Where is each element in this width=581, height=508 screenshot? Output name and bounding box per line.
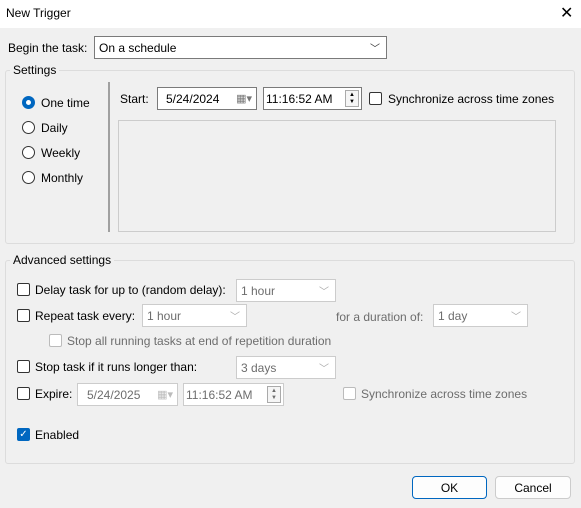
stop-longer-select[interactable]: 3 days ﹀ — [236, 356, 336, 379]
stop-longer-value: 3 days — [241, 360, 277, 375]
chevron-down-icon: ﹀ — [370, 44, 380, 55]
expire-time-input[interactable]: 11:16:52 AM ▲ ▼ — [183, 383, 284, 406]
title-bar: New Trigger ✕ — [0, 0, 581, 28]
time-spinner[interactable]: ▲ ▼ — [345, 90, 359, 107]
radio-label: Daily — [41, 121, 68, 135]
recurrence-panel — [118, 120, 556, 232]
cancel-button[interactable]: Cancel — [495, 476, 571, 499]
duration-select[interactable]: 1 day ﹀ — [433, 304, 528, 327]
divider — [108, 82, 110, 232]
begin-value: On a schedule — [99, 40, 177, 55]
sync-label: Synchronize across time zones — [388, 92, 555, 106]
advanced-label: Advanced settings — [10, 253, 115, 267]
start-time: 11:16:52 AM — [266, 91, 333, 106]
expire-date-picker[interactable]: 5/24/2025 ▦▾ — [77, 383, 178, 406]
delay-checkbox[interactable] — [17, 283, 30, 296]
calendar-icon[interactable]: ▦▾ — [157, 388, 173, 401]
radio-icon — [22, 121, 35, 134]
settings-label: Settings — [10, 63, 60, 77]
radio-icon — [22, 146, 35, 159]
stop-all-label: Stop all running tasks at end of repetit… — [67, 334, 332, 348]
expire-checkbox[interactable] — [17, 387, 30, 400]
stop-longer-checkbox[interactable] — [17, 360, 30, 373]
enabled-checkbox[interactable]: ✓ — [17, 428, 30, 441]
radio-label: Weekly — [41, 146, 81, 160]
delay-value: 1 hour — [241, 283, 276, 298]
expire-sync-checkbox[interactable] — [343, 387, 356, 400]
repeat-label: Repeat task every: — [35, 309, 136, 323]
chevron-down-icon: ﹀ — [319, 287, 329, 298]
window-title: New Trigger — [6, 6, 71, 20]
radio-icon — [22, 171, 35, 184]
expire-label: Expire: — [35, 387, 73, 401]
chevron-down-icon: ﹀ — [511, 312, 521, 323]
enabled-label: Enabled — [35, 428, 80, 442]
begin-label: Begin the task: — [8, 41, 88, 55]
close-icon[interactable]: ✕ — [560, 3, 573, 23]
sync-checkbox[interactable] — [369, 92, 382, 105]
repeat-checkbox[interactable] — [17, 309, 30, 322]
chevron-down-icon: ﹀ — [319, 364, 329, 375]
start-date-picker[interactable]: 5/24/2024 ▦▾ — [157, 87, 257, 110]
duration-value: 1 day — [438, 308, 468, 323]
radio-label: Monthly — [41, 171, 84, 185]
stop-all-checkbox[interactable] — [49, 334, 62, 347]
start-time-input[interactable]: 11:16:52 AM ▲ ▼ — [263, 87, 362, 110]
repeat-value: 1 hour — [147, 308, 182, 323]
delay-select[interactable]: 1 hour ﹀ — [236, 279, 336, 302]
time-spinner[interactable]: ▲ ▼ — [267, 386, 281, 403]
expire-sync-label: Synchronize across time zones — [361, 387, 528, 401]
radio-label: One time — [41, 96, 90, 110]
ok-button[interactable]: OK — [412, 476, 487, 499]
expire-time: 11:16:52 AM — [186, 387, 253, 402]
begin-select[interactable]: On a schedule ﹀ — [94, 36, 387, 59]
chevron-down-icon: ﹀ — [230, 312, 240, 323]
start-date: 5/24/2024 — [166, 91, 220, 106]
expire-date: 5/24/2025 — [87, 387, 141, 402]
calendar-icon[interactable]: ▦▾ — [236, 92, 252, 105]
radio-icon — [22, 96, 35, 109]
repeat-select[interactable]: 1 hour ﹀ — [142, 304, 247, 327]
duration-label: for a duration of: — [336, 310, 424, 324]
stop-longer-label: Stop task if it runs longer than: — [35, 360, 198, 374]
delay-label: Delay task for up to (random delay): — [35, 283, 226, 297]
start-label: Start: — [120, 92, 149, 106]
